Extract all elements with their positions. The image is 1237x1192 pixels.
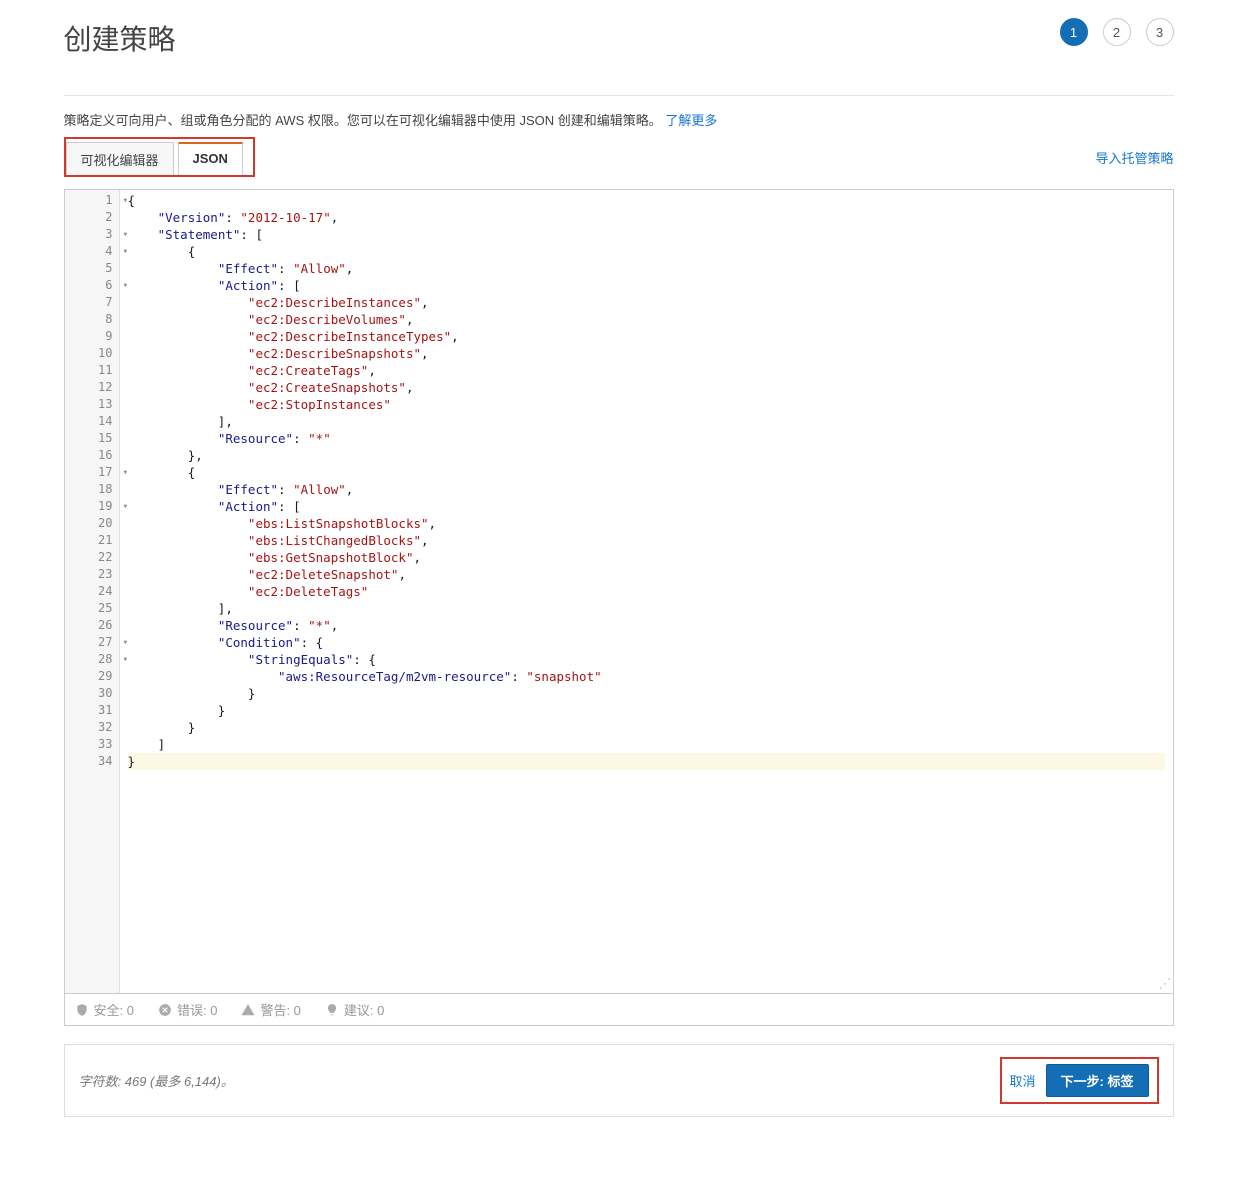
status-errors: 错误: 0 <box>158 1000 217 1019</box>
code-area[interactable]: { "Version": "2012-10-17", "Statement": … <box>120 190 1173 993</box>
step-2[interactable]: 2 <box>1103 18 1131 46</box>
footer-buttons: 取消 下一步: 标签 <box>1000 1057 1159 1104</box>
char-count: 字符数: 469 (最多 6,144)。 <box>79 1071 234 1090</box>
status-security: 安全: 0 <box>75 1000 134 1019</box>
step-1: 1 <box>1060 18 1088 46</box>
wizard-steps: 1 2 3 <box>1060 18 1174 46</box>
editor-tabs: 可视化编辑器 JSON <box>64 137 255 177</box>
description: 策略定义可向用户、组或角色分配的 AWS 权限。您可以在可视化编辑器中使用 JS… <box>64 110 1174 129</box>
resize-handle-icon[interactable]: ⋰ <box>1159 976 1172 992</box>
status-warnings: 警告: 0 <box>241 1000 300 1019</box>
json-editor[interactable]: 1234567891011121314151617181920212223242… <box>64 189 1174 994</box>
step-3[interactable]: 3 <box>1146 18 1174 46</box>
status-bar: 安全: 0 错误: 0 警告: 0 建议: 0 <box>64 994 1174 1026</box>
tab-json[interactable]: JSON <box>178 142 243 175</box>
footer-card: 字符数: 469 (最多 6,144)。 取消 下一步: 标签 <box>64 1044 1174 1117</box>
import-managed-policy-link[interactable]: 导入托管策略 <box>1095 148 1173 167</box>
tab-visual-editor[interactable]: 可视化编辑器 <box>66 142 174 175</box>
learn-more-link[interactable]: 了解更多 <box>665 113 717 128</box>
status-suggestions: 建议: 0 <box>325 1000 384 1019</box>
line-gutter: 1234567891011121314151617181920212223242… <box>65 190 120 993</box>
page-title: 创建策略 <box>64 18 176 58</box>
cancel-button[interactable]: 取消 <box>1010 1071 1036 1090</box>
next-button[interactable]: 下一步: 标签 <box>1046 1064 1149 1097</box>
